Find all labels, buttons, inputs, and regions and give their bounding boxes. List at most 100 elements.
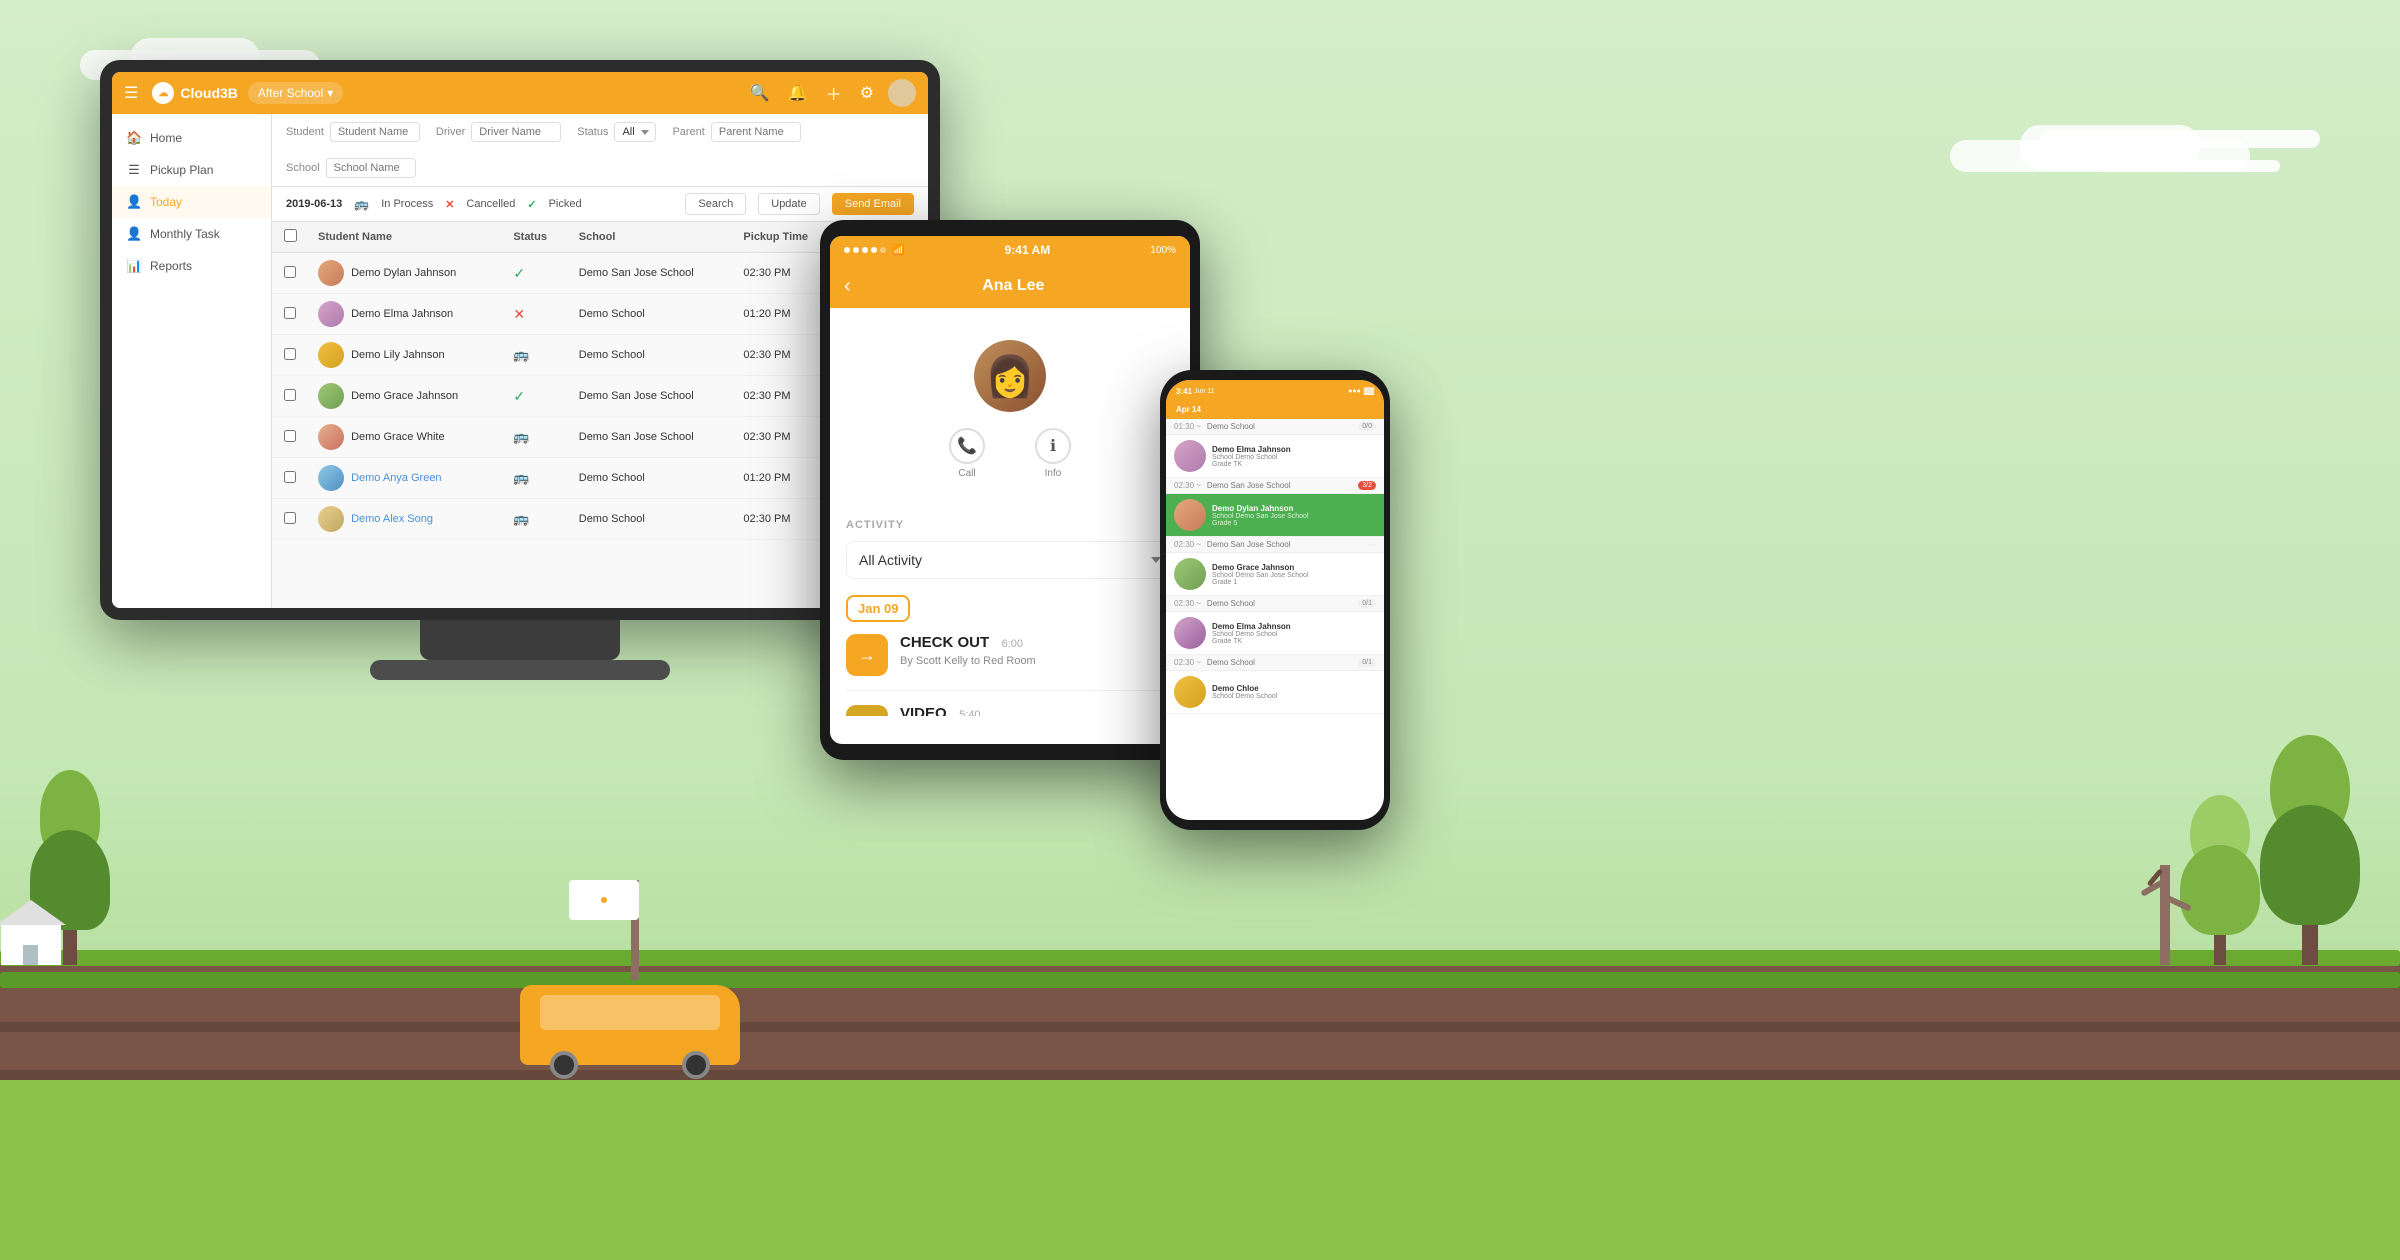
row-checkbox[interactable] [284,471,296,483]
activity-select[interactable]: All Activity [846,541,1174,579]
row-checkbox[interactable] [284,348,296,360]
bell-icon[interactable]: 🔔 [784,79,812,107]
list-item[interactable]: Demo Elma Jahnson School Demo School Gra… [1166,612,1384,655]
tablet-device: 📶 9:41 AM 100% ‹ Ana Lee 📞 Call [820,220,1200,760]
student-filter-input[interactable] [330,122,420,142]
phone-student-school: School Demo School [1212,693,1376,700]
app-logo-text: Cloud3B [180,85,238,101]
deco-bar-2 [2100,160,2280,172]
row-checkbox[interactable] [284,307,296,319]
status-check-icon: ✓ [513,388,525,404]
video-time: 5:40 [959,709,980,716]
sidebar-item-today[interactable]: 👤 Today [112,186,271,218]
search-button[interactable]: Search [685,193,746,215]
phone-time-row: 02:30 ~ Demo School 0/1 [1166,655,1384,671]
list-item-time: 01:30 ~ [1174,422,1201,431]
signal-dots [844,247,886,253]
row-checkbox[interactable] [284,389,296,401]
phone-student-avatar [1174,676,1206,708]
topbar-avatar[interactable] [888,79,916,107]
student-name-text[interactable]: Demo Alex Song [351,513,433,525]
row-checkbox[interactable] [284,266,296,278]
tablet-battery: 100% [1150,245,1176,256]
student-name-text[interactable]: Demo Anya Green [351,472,442,484]
tablet-user-name: Ana Lee [851,277,1176,295]
status-truck-icon: 🚌 [513,470,529,485]
row-checkbox[interactable] [284,512,296,524]
list-item[interactable]: Demo Elma Jahnson School Demo School Gra… [1166,435,1384,478]
tablet-time: 9:41 AM [910,243,1144,257]
phone-time-row: 02:30 ~ Demo San Jose School 3/2 [1166,478,1384,494]
list-item-count [1368,544,1376,546]
data-toolbar: 2019-06-13 🚌 In Process ✕ Cancelled ✓ Pi… [272,187,928,222]
list-item[interactable]: Demo Dylan Jahnson School Demo San Jose … [1166,494,1384,537]
phone-student-school: School Demo San Jose School [1212,572,1376,579]
list-item-school: Demo School [1207,599,1352,608]
row-checkbox[interactable] [284,430,296,442]
student-name-text: Demo Grace Jahnson [351,390,458,402]
bare-tree [2160,865,2170,965]
select-all-checkbox[interactable] [284,229,297,242]
list-item[interactable]: Demo Chloe School Demo School [1166,671,1384,714]
signal-dot-4 [871,247,877,253]
sidebar-item-home[interactable]: 🏠 Home [112,122,271,154]
sidebar-item-pickup-plan[interactable]: ☰ Pickup Plan [112,154,271,186]
student-name-cell: Demo Dylan Jahnson [308,253,503,294]
phone-student-name: Demo Dylan Jahnson [1212,504,1376,513]
tablet-header: ‹ Ana Lee [830,264,1190,308]
deco-bar-1 [2040,130,2320,148]
tablet-back-button[interactable]: ‹ [844,275,851,298]
phone-screen: 3:41 Jun 11 ●●● ▓▓ Apr 14 01:30 ~ Demo S… [1166,380,1384,820]
hamburger-icon[interactable]: ☰ [124,83,138,103]
road-top-edge [0,1022,2400,1032]
school-cell: Demo San Jose School [569,417,734,458]
student-name-text: Demo Elma Jahnson [351,308,453,320]
phone-student-grade: Grade 1 [1212,579,1376,586]
user-profile-section: 📞 Call ℹ Info [846,324,1174,519]
phone-student-info: Demo Chloe School Demo School [1212,684,1376,700]
status-filter-select[interactable]: All [614,122,656,142]
list-item-school: Demo School [1207,422,1352,431]
phone-status-right: ●●● ▓▓ [1348,388,1374,395]
phone-student-avatar [1174,558,1206,590]
row-checkbox-cell [272,499,308,540]
sidebar-item-reports[interactable]: 📊 Reports [112,250,271,282]
info-action[interactable]: ℹ Info [1035,428,1071,479]
checkout-desc: By Scott Kelly to Red Room [900,655,1174,667]
status-truck-icon: 🚌 [513,511,529,526]
list-item-count: 3/2 [1358,481,1376,490]
student-name-text: Demo Grace White [351,431,445,443]
monitor-base [370,660,670,680]
list-item-time: 02:30 ~ [1174,540,1201,549]
phone-student-grade: Grade 5 [1212,520,1376,527]
phone-student-name: Demo Elma Jahnson [1212,622,1376,631]
send-email-button[interactable]: Send Email [832,193,914,215]
phone-time: 3:41 [1176,387,1192,396]
driver-filter-input[interactable] [471,122,561,142]
search-icon[interactable]: 🔍 [746,79,774,107]
status-filter: Status All [577,122,656,142]
list-item-school: Demo San Jose School [1207,540,1362,549]
update-button[interactable]: Update [758,193,819,215]
call-action[interactable]: 📞 Call [949,428,985,479]
home-icon: 🏠 [126,130,142,146]
plus-icon[interactable]: ＋ [822,77,846,109]
today-icon: 👤 [126,194,142,210]
parent-filter-input[interactable] [711,122,801,142]
app-topbar: ☰ ☁ Cloud3B After School ▾ 🔍 🔔 ＋ ⚙ [112,72,928,114]
row-checkbox-cell [272,417,308,458]
sidebar-item-monthly-task[interactable]: 👤 Monthly Task [112,218,271,250]
page-title-button[interactable]: After School ▾ [248,82,343,104]
school-filter-input[interactable] [326,158,416,178]
list-item[interactable]: Demo Grace Jahnson School Demo San Jose … [1166,553,1384,596]
status-picked: Picked [549,198,582,210]
gear-icon[interactable]: ⚙ [856,79,878,107]
checkout-title: CHECK OUT [900,634,989,651]
student-name-cell: Demo Elma Jahnson [308,294,503,335]
status-in-process: In Process [381,198,433,210]
phone-list: 01:30 ~ Demo School 0/0 Demo Elma Jahnso… [1166,419,1384,807]
phone-student-avatar [1174,499,1206,531]
checkout-time: 6:00 [1002,638,1023,650]
list-item-time: 02:30 ~ [1174,481,1201,490]
student-avatar [318,506,344,532]
